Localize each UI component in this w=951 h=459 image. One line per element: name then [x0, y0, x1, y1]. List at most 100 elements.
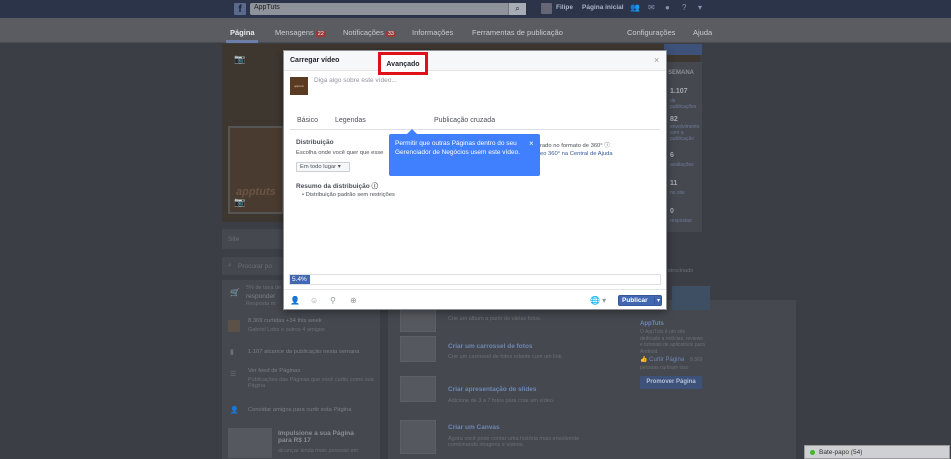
response-time: Resposta m	[246, 301, 276, 307]
feeling-icon[interactable]: ☺	[310, 296, 318, 305]
stat-label-replies: respostas	[670, 218, 692, 224]
invite-icon: 👤	[230, 407, 239, 414]
stat-value-posts: 1.107	[670, 88, 688, 95]
carousel-thumbnail	[400, 336, 436, 362]
stat-label-site: no site	[670, 190, 685, 196]
slideshow-title[interactable]: Criar apresentação de slides	[448, 386, 537, 393]
summary-info-icon[interactable]: ⓘ	[372, 183, 379, 190]
search-icon[interactable]: ⌕	[508, 3, 526, 15]
invite-link[interactable]: Convidar amigos para curtir esta Página	[248, 407, 351, 413]
summary-label-text: Resumo da distribuição	[296, 183, 370, 190]
tooltip-text: Permitir que outras Páginas dentro do se…	[395, 140, 521, 156]
carousel-sub: Crie um carrossel de fotos rolante com u…	[448, 354, 563, 360]
ad-image[interactable]	[672, 286, 710, 310]
ad-app-name[interactable]: AppTuts	[640, 321, 664, 327]
tab-publishing-tools[interactable]: Ferramentas de publicação	[472, 28, 563, 37]
profile-camera-icon[interactable]: 📷	[234, 197, 245, 208]
stat-label-posts: de publicações	[670, 98, 697, 110]
tag-people-icon[interactable]: 👤	[290, 296, 300, 305]
tab-insights[interactable]: Informações	[412, 28, 453, 37]
likes-sub: Gabriel Lobo e outros 4 amigos	[248, 327, 325, 333]
ad-like-page-label: Curtir Página	[649, 357, 685, 363]
tab-messages-label: Mensagens	[275, 28, 314, 37]
friend-requests-icon[interactable]: 👥	[630, 3, 640, 12]
boost-sub: alcançar ainda mais pessoas em	[278, 448, 359, 454]
tab-crosspost[interactable]: Publicação cruzada	[434, 117, 495, 124]
avatar[interactable]	[541, 3, 552, 14]
stat-value-engagement: 82	[670, 116, 678, 123]
tab-notifications[interactable]: Notificações 33	[343, 28, 396, 37]
ad-like-count: 8.369	[690, 357, 703, 363]
feed-link[interactable]: Ver feed de Páginas	[248, 368, 300, 374]
canvas-title[interactable]: Criar um Canvas	[448, 424, 500, 431]
close-icon[interactable]: ×	[654, 55, 659, 65]
sponsored-label: Patrocinado	[664, 268, 694, 274]
ad-like-sub: pessoas curtiram isso	[640, 365, 689, 371]
360-help-link[interactable]: eo 360° na Central de Ajuda	[540, 151, 613, 157]
account-menu-icon[interactable]: ▾	[698, 3, 702, 12]
left-search-icon: ⌕	[228, 262, 232, 269]
dialog-footer: 👤 ☺ ⚲ ⊕ 🌐 ▾ Publicar ▾	[284, 289, 666, 310]
distribution-select[interactable]: Em todo lugar ▾	[296, 162, 350, 172]
tab-page[interactable]: Página	[230, 28, 255, 37]
info-icon[interactable]: ⓘ	[604, 143, 610, 149]
tab-basic[interactable]: Básico	[297, 117, 318, 124]
quick-help-icon[interactable]: ?	[682, 3, 686, 12]
upload-video-dialog: Carregar vídeo × apptuts Diga algo sobre…	[283, 50, 667, 310]
canvas-sub: Agora você pode contar uma história mais…	[448, 436, 580, 448]
chevron-down-icon[interactable]: ▾	[654, 297, 660, 304]
chat-bar[interactable]: Bate-papo (54)	[804, 445, 950, 459]
facebook-logo-icon[interactable]: f	[234, 3, 246, 15]
publish-label: Publicar	[622, 297, 648, 304]
stat-value-reviews: 6	[670, 152, 674, 159]
response-sub: responder	[246, 293, 276, 300]
left-search-placeholder: Procurar po	[238, 263, 272, 270]
360-format-label: rado no formato de 360°	[540, 143, 603, 149]
stat-value-site: 11	[670, 180, 678, 187]
summary-label: Resumo da distribuição ⓘ	[296, 180, 378, 190]
feed-sub: Publicações das Páginas que você curtiu …	[248, 377, 374, 389]
promote-dropdown[interactable]	[664, 44, 702, 55]
distribution-select-value: Em todo lugar	[300, 164, 337, 170]
notifications-icon[interactable]: ●	[665, 3, 670, 12]
tab-advanced[interactable]: Avançado	[378, 52, 428, 75]
360-format-text: rado no formato de 360° ⓘ	[540, 140, 610, 149]
active-tab-indicator	[226, 40, 258, 43]
location-icon[interactable]: ⚲	[330, 296, 336, 305]
slideshow-sub: Adicione de 3 a 7 fotos para criar um ví…	[448, 398, 555, 404]
carousel-title[interactable]: Criar um carrossel de fotos	[448, 343, 533, 350]
right-stats-column: SEMANA 1.107 de publicações 82 envolvime…	[664, 62, 702, 232]
likes-count: 8.369 curtidas +34 this week	[248, 318, 322, 324]
response-icon: 🛒	[230, 288, 240, 297]
tab-messages[interactable]: Mensagens 22	[275, 28, 326, 37]
audience-globe-icon[interactable]: 🌐 ▾	[590, 296, 606, 305]
messages-icon[interactable]: ✉	[648, 3, 655, 12]
week-label: SEMANA	[668, 70, 695, 76]
stat-label-reviews: avaliações	[670, 162, 694, 168]
tab-settings[interactable]: Configurações	[627, 28, 675, 37]
stat-label-engagement: envolvimento com a publicação	[670, 124, 700, 142]
tab-help[interactable]: Ajuda	[693, 28, 712, 37]
promote-page-button[interactable]: Promover Página	[640, 376, 702, 389]
create-post-options: Crie um álbum a partir de várias fotos. …	[388, 300, 796, 459]
messages-badge: 22	[315, 31, 326, 37]
search-input[interactable]: AppTuts ⌕	[250, 3, 526, 15]
video-thumbnail: apptuts	[290, 77, 308, 95]
targeting-icon[interactable]: ⊕	[350, 296, 357, 305]
canvas-thumbnail	[400, 420, 436, 454]
video-description-input[interactable]: Diga algo sobre este vídeo...	[314, 77, 397, 84]
camera-icon[interactable]: 📷	[234, 54, 245, 65]
summary-item-text: Distribuição padrão sem restrições	[305, 192, 395, 198]
tab-captions[interactable]: Legendas	[335, 117, 366, 124]
tooltip-close-icon[interactable]: ×	[529, 139, 534, 148]
ad-like-page[interactable]: 👍 Curtir Página	[640, 356, 684, 363]
reach-icon: ▮	[230, 349, 234, 356]
home-link[interactable]: Página inicial	[582, 4, 624, 11]
site-label: Site	[228, 236, 240, 243]
publish-button[interactable]: Publicar ▾	[618, 295, 662, 306]
distribution-description: Escolha onde você quer que esse	[296, 150, 384, 156]
profile-link[interactable]: Filipe	[556, 4, 573, 11]
boost-illustration	[228, 428, 272, 458]
feed-icon: ☰	[230, 371, 237, 378]
album-sub: Crie um álbum a partir de várias fotos.	[448, 316, 542, 322]
